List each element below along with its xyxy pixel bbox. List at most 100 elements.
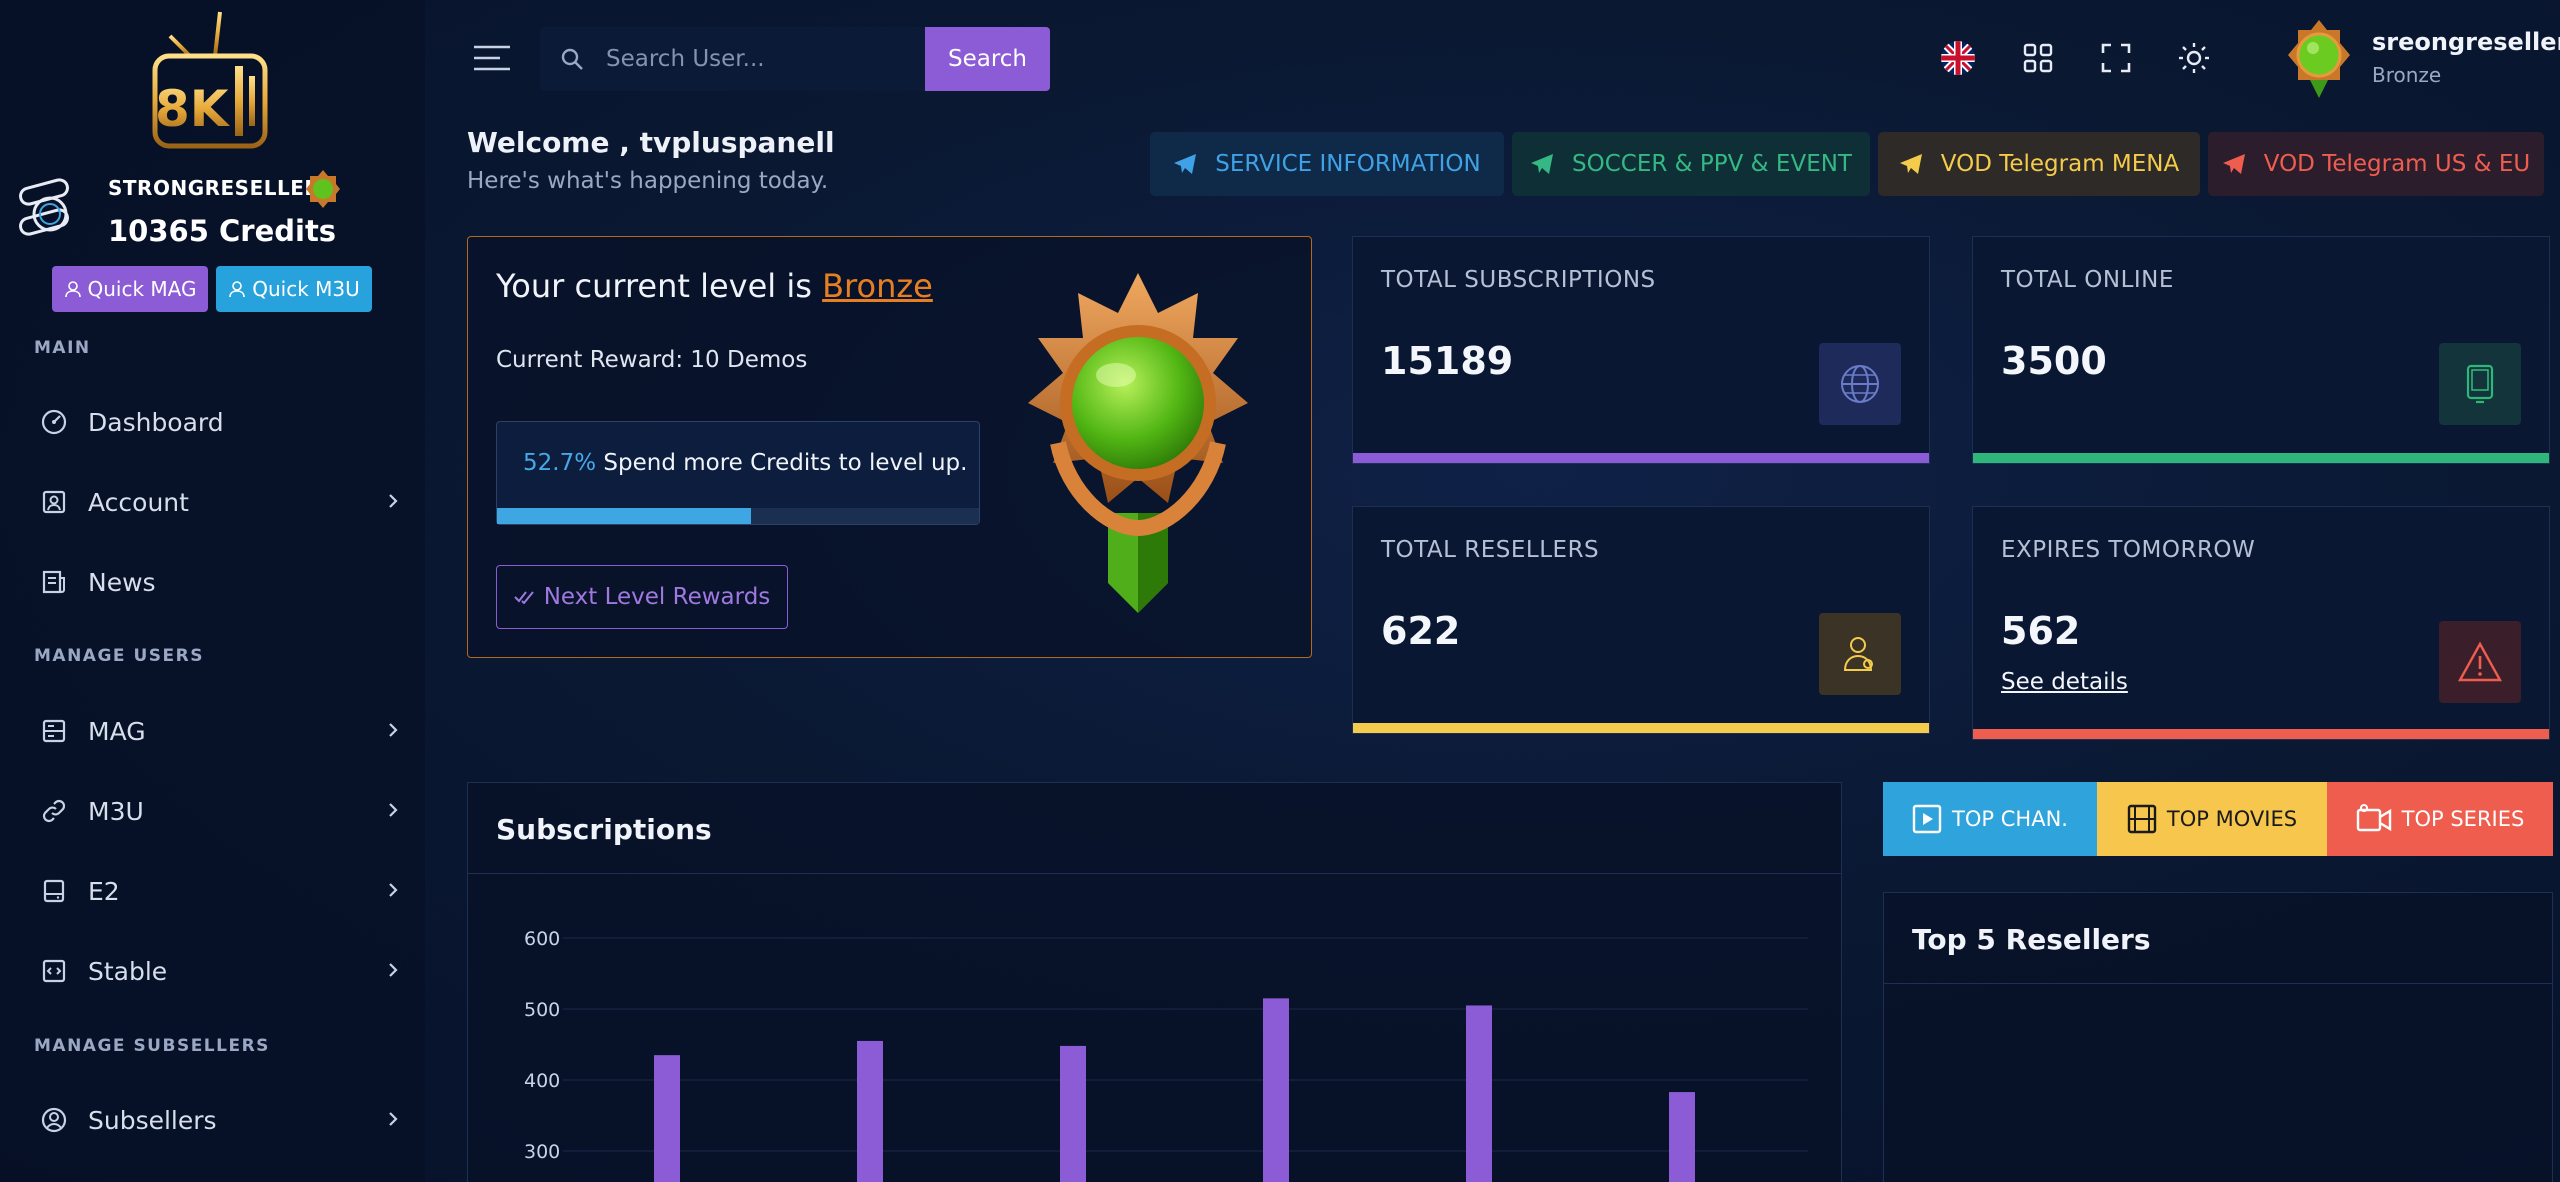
search-button[interactable]: Search <box>925 27 1050 91</box>
current-reward: Current Reward: 10 Demos <box>496 347 808 373</box>
stat-bar <box>1973 729 2549 739</box>
apps-grid-icon[interactable] <box>2018 38 2058 78</box>
sidebar-item-dashboard[interactable]: Dashboard <box>40 397 400 447</box>
sidebar-item-stable[interactable]: Stable <box>40 946 400 996</box>
sidebar-item-news[interactable]: News <box>40 557 400 607</box>
chart-bar[interactable] <box>1060 1045 1086 1182</box>
stat-card-total-online: TOTAL ONLINE 3500 <box>1972 236 2550 464</box>
user-badge-icon <box>1819 613 1901 695</box>
film-icon <box>2127 804 2157 834</box>
stat-value: 3500 <box>2001 339 2107 383</box>
stat-bar <box>1353 453 1929 463</box>
chevron-right-icon <box>389 494 398 508</box>
level-title: Your current level is Bronze <box>496 267 933 305</box>
y-tick-label: 400 <box>524 1070 560 1092</box>
globe-icon <box>1819 343 1901 425</box>
y-tick-label: 300 <box>524 1141 560 1163</box>
sidebar-item-label: Subsellers <box>88 1105 217 1135</box>
next-level-rewards-button[interactable]: Next Level Rewards <box>496 565 788 629</box>
sidebar-item-label: Stable <box>88 956 168 986</box>
chart-bar[interactable] <box>1669 1092 1695 1182</box>
search-field[interactable] <box>540 27 925 91</box>
search-input[interactable] <box>606 46 906 72</box>
reseller-summary: STRONGRESELLER 10365 Credits <box>16 168 416 258</box>
stat-value: 622 <box>1381 609 1461 653</box>
stat-card-total-resellers: TOTAL RESELLERS 622 <box>1352 506 1930 734</box>
chart-bar[interactable] <box>1466 1005 1492 1182</box>
search-icon <box>561 48 583 70</box>
stat-bar <box>1353 723 1929 733</box>
chart-bar[interactable] <box>857 1040 883 1182</box>
menu-toggle-icon[interactable] <box>474 44 510 76</box>
fullscreen-icon[interactable] <box>2096 38 2136 78</box>
level-card: Your current level is Bronze Current Rew… <box>467 236 1312 658</box>
user-name[interactable]: sreongreseller <box>2372 28 2560 56</box>
sidebar-item-mag[interactable]: MAG <box>40 706 400 756</box>
rank-badge-icon <box>306 170 340 212</box>
sidebar-item-e2[interactable]: E2 <box>40 866 400 916</box>
brand-logo[interactable]: 8K <box>145 6 285 166</box>
progress-fill <box>497 508 751 524</box>
tab-top-movies[interactable]: TOP MOVIES <box>2097 782 2327 856</box>
server-icon <box>42 719 66 743</box>
service-information-label: SERVICE INFORMATION <box>1215 151 1481 177</box>
uk-flag-icon[interactable] <box>1938 38 1978 78</box>
sidebar-item-label: MAG <box>88 716 146 746</box>
user-avatar[interactable] <box>2282 18 2356 100</box>
sidebar-item-account[interactable]: Account <box>40 477 400 527</box>
top-resellers-card: Top 5 Resellers <box>1883 892 2553 1182</box>
tablet-icon <box>2439 343 2521 425</box>
reseller-icon <box>19 178 69 236</box>
chevron-right-icon <box>389 883 398 897</box>
stat-value: 15189 <box>1381 339 1514 383</box>
user-card-icon <box>42 490 66 514</box>
vod-telegram-us-eu-button[interactable]: VOD Telegram US & EU <box>2208 132 2544 196</box>
soccer-ppv-event-button[interactable]: SOCCER & PPV & EVENT <box>1512 132 1870 196</box>
quick-mag-label: Quick MAG <box>87 277 197 301</box>
sidebar-item-m3u[interactable]: M3U <box>40 786 400 836</box>
sidebar-item-label: E2 <box>88 876 120 906</box>
stat-label: TOTAL RESELLERS <box>1381 537 1600 563</box>
sidebar-item-label: News <box>88 567 156 597</box>
tab-top-series[interactable]: TOP SERIES <box>2327 782 2553 856</box>
stat-card-total-subscriptions: TOTAL SUBSCRIPTIONS 15189 <box>1352 236 1930 464</box>
see-details-link[interactable]: See details <box>2001 669 2128 695</box>
tab-label: TOP CHAN. <box>1952 807 2068 831</box>
sidebar-item-subsellers[interactable]: Subsellers <box>40 1095 400 1145</box>
quick-m3u-button[interactable]: Quick M3U <box>216 266 372 312</box>
play-icon <box>1912 804 1942 834</box>
card-divider <box>1884 983 2552 984</box>
level-title-prefix: Your current level is <box>496 267 823 305</box>
quick-mag-button[interactable]: Quick MAG <box>52 266 208 312</box>
user-icon <box>229 281 246 298</box>
link-icon <box>42 799 66 823</box>
theme-toggle-sun-icon[interactable] <box>2174 38 2214 78</box>
bronze-medal-icon <box>998 263 1278 623</box>
next-level-rewards-label: Next Level Rewards <box>543 584 771 610</box>
chevron-right-icon <box>389 1112 398 1126</box>
quick-m3u-label: Quick M3U <box>252 277 360 301</box>
code-file-icon <box>42 959 66 983</box>
video-icon <box>2356 804 2391 832</box>
top-resellers-title: Top 5 Resellers <box>1912 923 2151 956</box>
hard-drive-icon <box>43 879 65 903</box>
svg-text:8K: 8K <box>155 80 231 138</box>
chart-bar[interactable] <box>654 1055 680 1182</box>
progress-message: Spend more Credits to level up. <box>596 450 968 476</box>
chevron-right-icon <box>389 963 398 977</box>
credits-balance: 10365 Credits <box>108 214 337 248</box>
stat-label: TOTAL ONLINE <box>2001 267 2174 293</box>
level-rank-link[interactable]: Bronze <box>822 267 933 305</box>
tab-top-channels[interactable]: TOP CHAN. <box>1883 782 2097 856</box>
chart-bar[interactable] <box>1263 998 1289 1182</box>
sidebar-item-label: Dashboard <box>88 407 224 437</box>
vod-telegram-mena-button[interactable]: VOD Telegram MENA <box>1878 132 2200 196</box>
welcome-subtitle: Here's what's happening today. <box>467 168 829 194</box>
stat-label: EXPIRES TOMORROW <box>2001 537 2256 563</box>
service-information-button[interactable]: SERVICE INFORMATION <box>1150 132 1504 196</box>
y-tick-label: 600 <box>524 928 560 950</box>
progress-text: 52.7% Spend more Credits to level up. <box>523 450 967 476</box>
subscriptions-card: Subscriptions 300 400 500 600 <box>467 782 1842 1182</box>
double-check-icon <box>514 591 534 604</box>
telegram-icon <box>1531 154 1553 174</box>
